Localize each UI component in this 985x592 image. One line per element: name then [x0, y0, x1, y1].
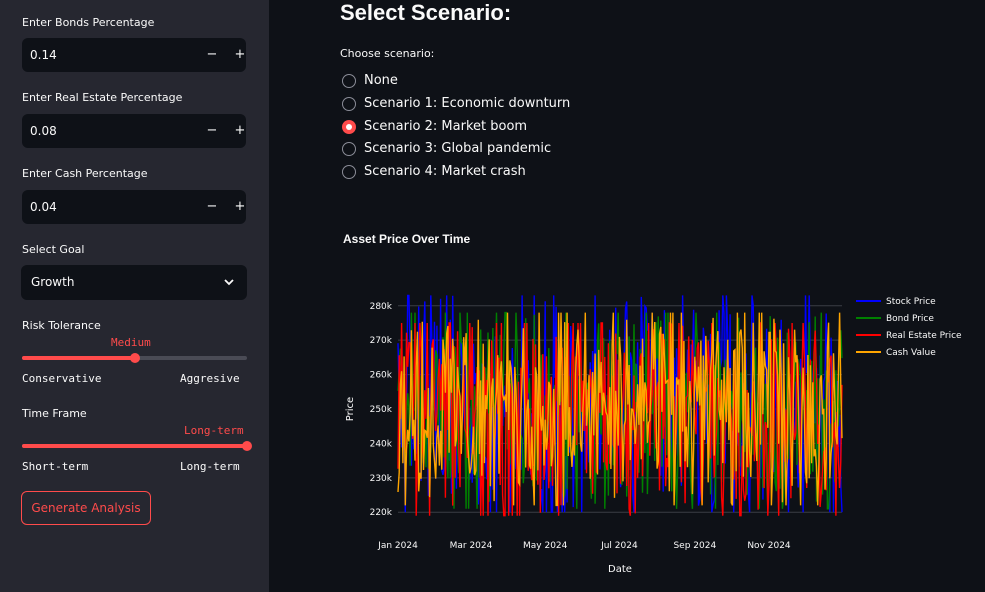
chevron-down-icon[interactable] — [223, 276, 235, 288]
scenario-radio-0[interactable] — [342, 74, 356, 88]
scenario-radio-1[interactable] — [342, 97, 356, 111]
y-tick-label: 220k — [370, 508, 393, 518]
y-tick-label: 270k — [370, 336, 393, 346]
y-axis-label: Price — [345, 397, 356, 421]
x-tick-label: Jul 2024 — [600, 541, 638, 551]
scenario-option-label[interactable]: None — [364, 73, 398, 88]
scenario-radio-4[interactable] — [342, 165, 356, 179]
bonds-value[interactable]: 0.14 — [30, 38, 57, 72]
real-estate-decrement-button[interactable]: − — [198, 114, 226, 148]
y-tick-label: 250k — [370, 405, 393, 415]
risk-slider-thumb[interactable] — [129, 353, 140, 363]
y-tick-label: 260k — [370, 371, 393, 381]
bonds-increment-button[interactable]: + — [226, 38, 254, 72]
scenario-option-label[interactable]: Scenario 2: Market boom — [364, 119, 527, 134]
timeframe-max-label: Long-term — [180, 460, 240, 473]
risk-slider[interactable] — [22, 353, 247, 363]
bonds-label: Enter Bonds Percentage — [22, 16, 155, 29]
goal-select[interactable]: Growth — [21, 265, 247, 300]
scenario-option-label[interactable]: Scenario 1: Economic downturn — [364, 96, 570, 111]
y-tick-label: 280k — [370, 302, 393, 312]
page-title: Select Scenario: — [340, 0, 512, 25]
timeframe-slider[interactable] — [22, 441, 252, 451]
legend-label: Cash Value — [886, 348, 936, 358]
real-estate-value[interactable]: 0.08 — [30, 114, 57, 148]
real-estate-increment-button[interactable]: + — [226, 114, 254, 148]
scenario-radio-2[interactable] — [342, 120, 356, 134]
real-estate-label: Enter Real Estate Percentage — [22, 91, 183, 104]
legend-label: Stock Price — [886, 297, 936, 307]
risk-label: Risk Tolerance — [22, 319, 101, 332]
real-estate-input[interactable]: 0.08 − + — [22, 114, 246, 148]
goal-selected-value[interactable]: Growth — [31, 265, 74, 300]
timeframe-min-label: Short-term — [22, 460, 89, 473]
scenario-radio-3[interactable] — [342, 142, 356, 156]
legend-label: Real Estate Price — [886, 331, 962, 341]
scenario-radio-label: Choose scenario: — [340, 47, 435, 60]
x-tick-label: Jan 2024 — [377, 541, 418, 551]
chart-title: Asset Price Over Time — [343, 232, 471, 246]
x-tick-label: Nov 2024 — [747, 541, 791, 551]
scenario-option-label[interactable]: Scenario 3: Global pandemic — [364, 141, 551, 156]
cash-input[interactable]: 0.04 − + — [22, 190, 246, 224]
y-tick-label: 230k — [370, 474, 393, 484]
timeframe-slider-value: Long-term — [184, 424, 244, 437]
risk-slider-fill — [22, 356, 135, 360]
asset-price-chart: Asset Price Over Time 220k 230k 240k 250k 260… — [343, 232, 962, 575]
risk-max-label: Aggresive — [180, 372, 240, 385]
sidebar: Enter Bonds Percentage 0.14 − + Enter Re… — [0, 0, 269, 592]
cash-value[interactable]: 0.04 — [30, 190, 57, 224]
cash-increment-button[interactable]: + — [226, 190, 254, 224]
timeframe-slider-fill — [22, 444, 247, 448]
risk-slider-value: Medium — [111, 336, 151, 349]
risk-min-label: Conservative — [22, 372, 102, 385]
cash-decrement-button[interactable]: − — [198, 190, 226, 224]
x-tick-label: Mar 2024 — [450, 541, 493, 551]
timeframe-label: Time Frame — [22, 407, 87, 420]
x-tick-label: May 2024 — [523, 541, 568, 551]
legend-label: Bond Price — [886, 314, 934, 324]
x-tick-label: Sep 2024 — [673, 541, 716, 551]
goal-label: Select Goal — [22, 243, 85, 256]
cash-label: Enter Cash Percentage — [22, 167, 148, 180]
bonds-input[interactable]: 0.14 − + — [22, 38, 246, 72]
y-tick-label: 240k — [370, 439, 393, 449]
timeframe-slider-thumb[interactable] — [242, 441, 252, 451]
generate-analysis-button[interactable]: Generate Analysis — [21, 491, 151, 525]
x-axis-label: Date — [608, 564, 632, 575]
bonds-decrement-button[interactable]: − — [198, 38, 226, 72]
scenario-option-label[interactable]: Scenario 4: Market crash — [364, 164, 526, 179]
